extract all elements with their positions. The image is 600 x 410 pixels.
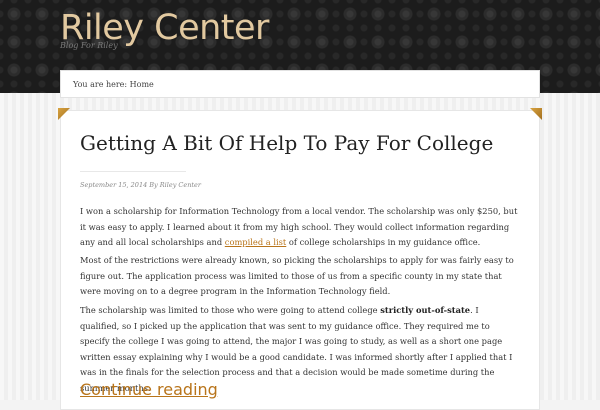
post-card: Getting A Bit Of Help To Pay For College… [58,108,542,410]
site-description: Blog For Riley [60,41,118,50]
continue-reading-link[interactable]: Continue reading [80,380,218,399]
breadcrumb: You are here: Home [60,70,540,98]
post-title[interactable]: Getting A Bit Of Help To Pay For College [80,131,493,155]
post-meta: September 15, 2014 By Riley Center [80,181,201,189]
meta-divider [80,171,186,172]
corner-ornament-right [530,108,542,120]
paragraph-text: of college scholarships in my guidance o… [286,237,481,247]
corner-ornament-left [58,108,70,120]
post-paragraph-2: Most of the restrictions were already kn… [80,255,514,296]
paragraph-text: The scholarship was limited to those who… [80,305,381,315]
compiled-list-link[interactable]: compiled a list [225,237,286,247]
post-paragraph-1: I won a scholarship for Information Tech… [80,204,520,251]
emphasis-text: strictly out-of-state [380,305,471,315]
